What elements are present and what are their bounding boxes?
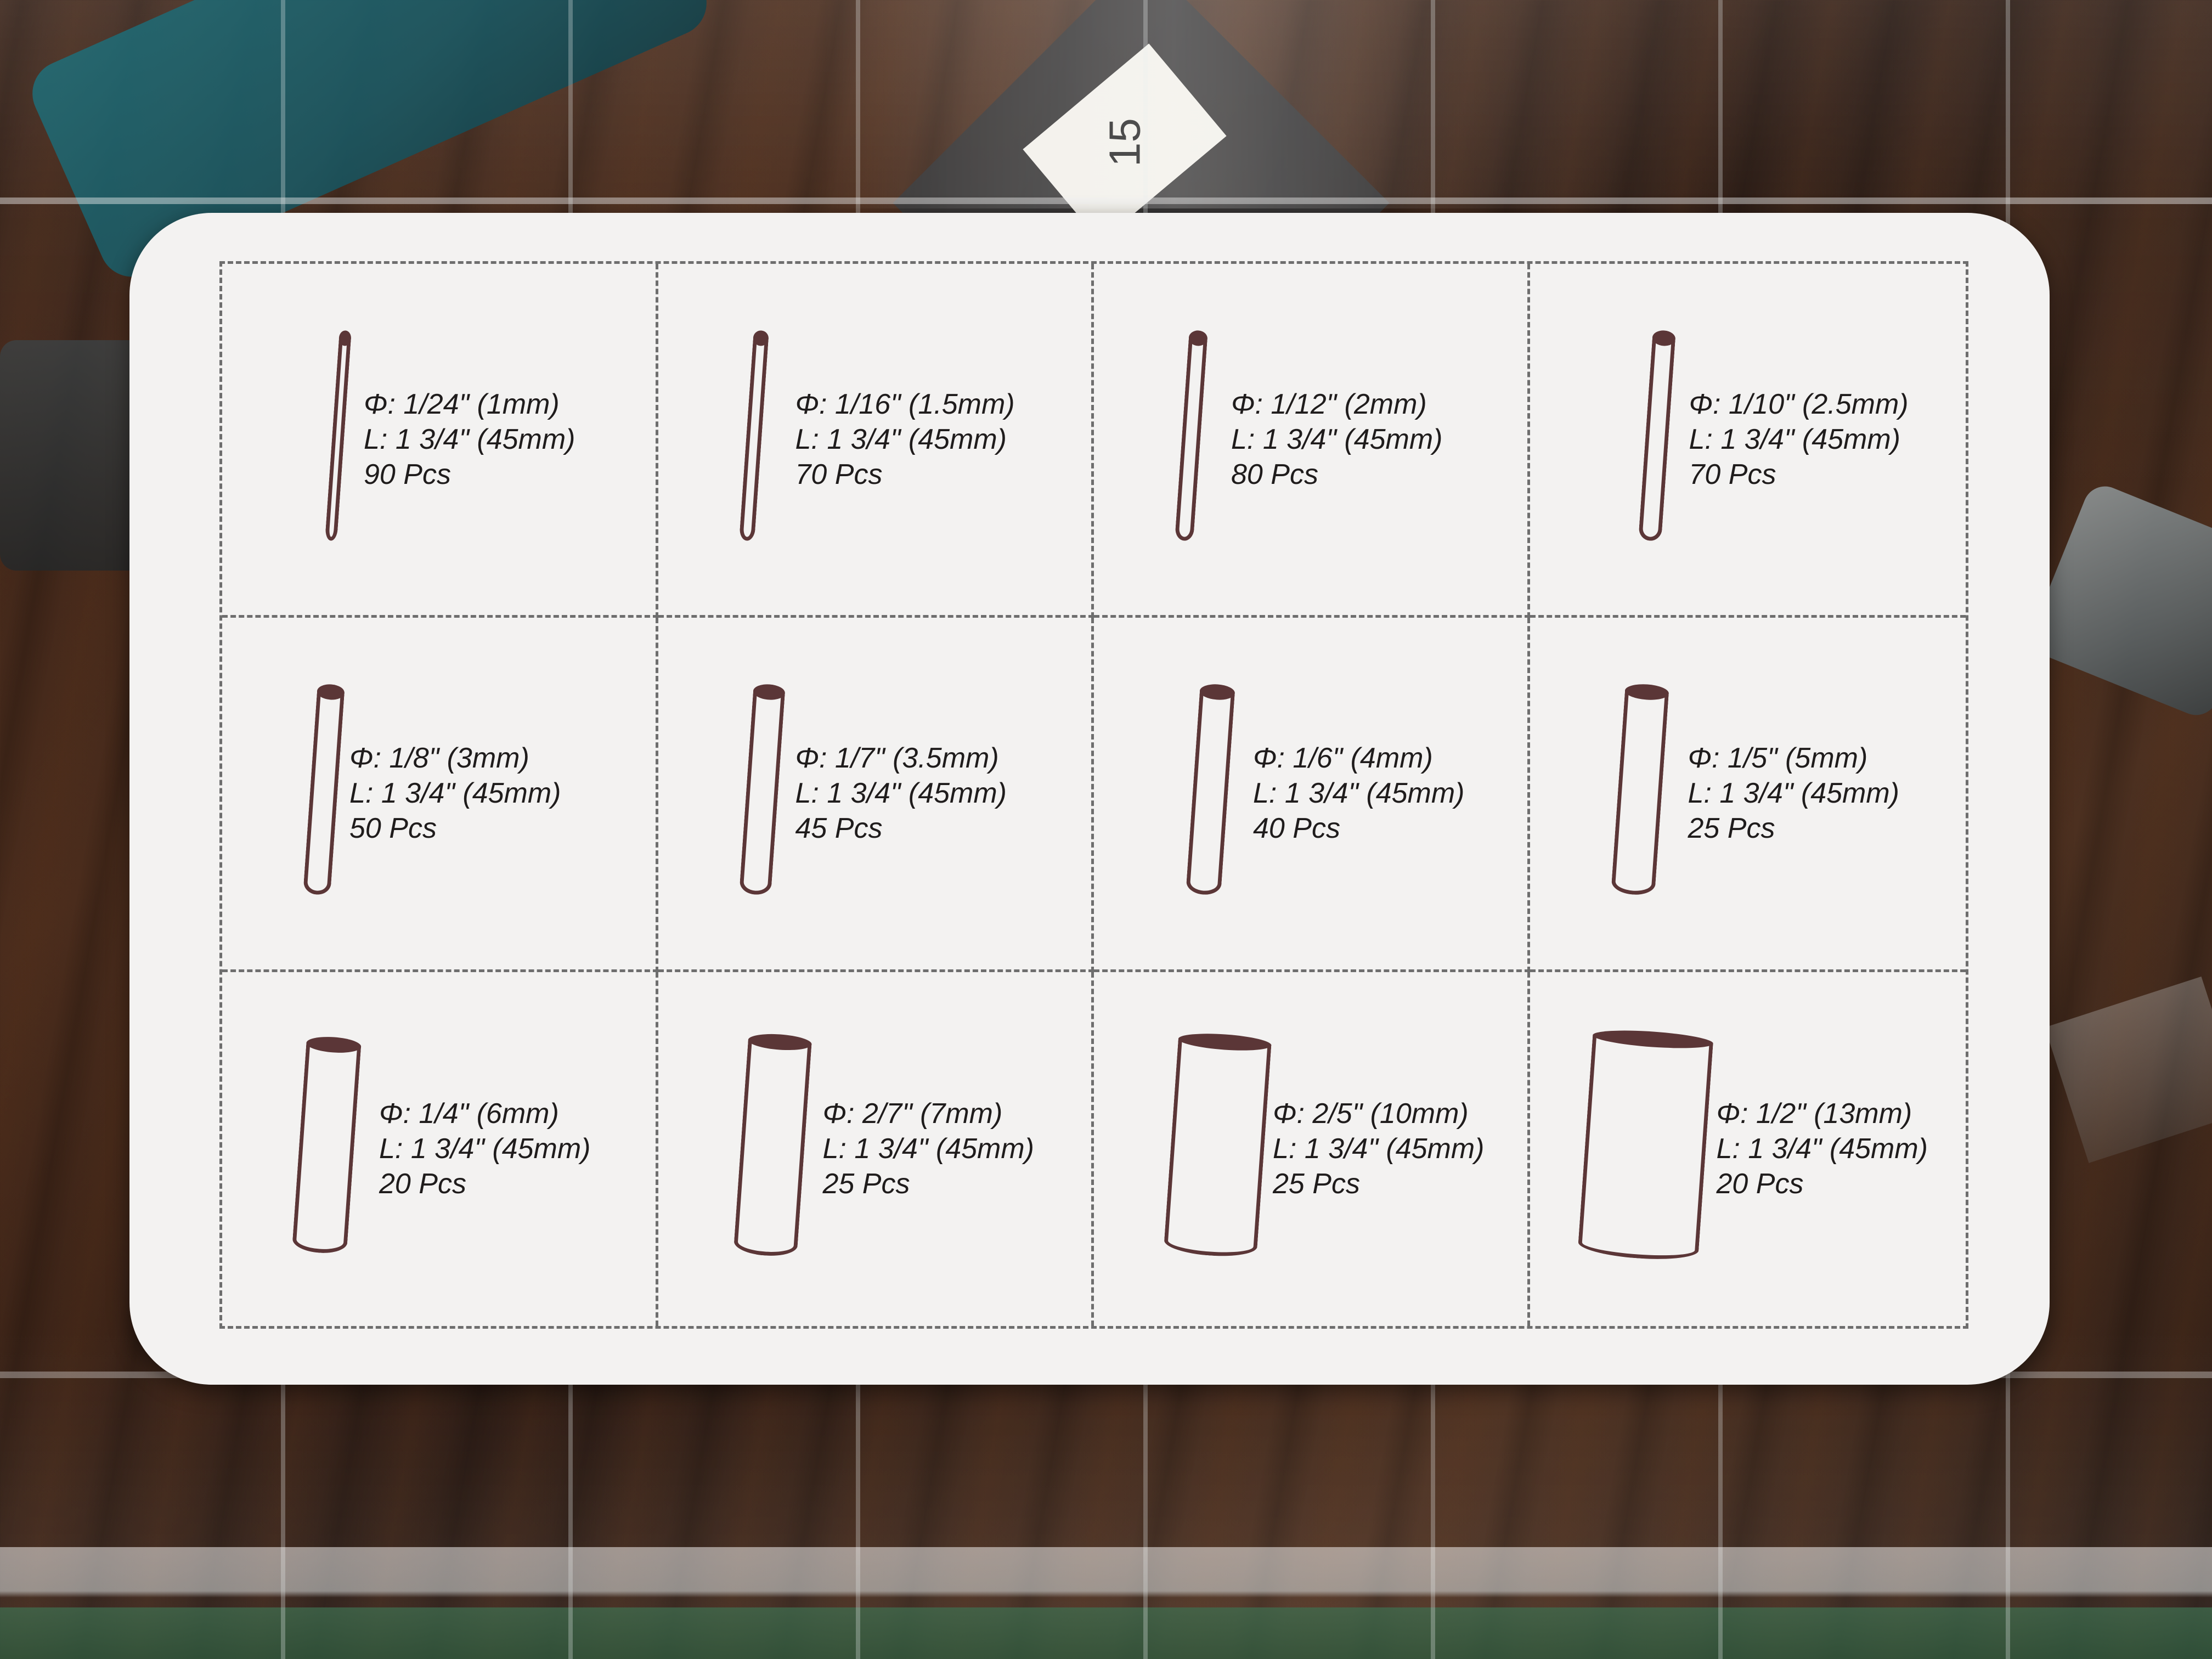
diameter-label: Φ: 2/7" (7mm) [822, 1098, 1003, 1130]
length-label: L: 1 3/4" (45mm) [1688, 777, 1899, 810]
grid-cell-4mm: Φ: 1/6" (4mm) L: 1 3/4" (45mm) 40 Pcs [1094, 618, 1530, 972]
spec-text: Φ: 2/5" (10mm) L: 1 3/4" (45mm) 25 Pcs [1273, 1096, 1484, 1201]
rod-icon [1610, 691, 1669, 896]
photo-scene: 15 Φ: 1/24" (1mm) L: 1 3/4" (45mm) 90 Pc… [0, 0, 2212, 1659]
lid-glare [823, 0, 1701, 208]
count-label: 40 Pcs [1253, 812, 1340, 845]
spec-text: Φ: 1/4" (6mm) L: 1 3/4" (45mm) 20 Pcs [379, 1096, 590, 1201]
length-label: L: 1 3/4" (45mm) [795, 424, 1007, 456]
length-label: L: 1 3/4" (45mm) [1231, 424, 1443, 456]
rod-icon [738, 691, 785, 896]
rod-icon [303, 691, 345, 896]
count-label: 25 Pcs [822, 1168, 910, 1200]
grid-cell-5mm: Φ: 1/5" (5mm) L: 1 3/4" (45mm) 25 Pcs [1530, 618, 1966, 972]
length-label: L: 1 3/4" (45mm) [822, 1133, 1034, 1165]
grid-cell-1mm: Φ: 1/24" (1mm) L: 1 3/4" (45mm) 90 Pcs [222, 264, 658, 618]
grid-cell-1-5mm: Φ: 1/16" (1.5mm) L: 1 3/4" (45mm) 70 Pcs [658, 264, 1094, 618]
grid-cell-2mm: Φ: 1/12" (2mm) L: 1 3/4" (45mm) 80 Pcs [1094, 264, 1530, 618]
diameter-label: Φ: 1/8" (3mm) [349, 742, 529, 775]
length-label: L: 1 3/4" (45mm) [349, 777, 561, 810]
count-label: 45 Pcs [795, 812, 883, 845]
grid-cell-3mm: Φ: 1/8" (3mm) L: 1 3/4" (45mm) 50 Pcs [222, 618, 658, 972]
rod-icon [1186, 691, 1235, 896]
count-label: 20 Pcs [379, 1168, 466, 1200]
grid-cell-10mm: Φ: 2/5" (10mm) L: 1 3/4" (45mm) 25 Pcs [1094, 972, 1530, 1326]
rod-icon [1577, 1035, 1713, 1263]
count-label: 25 Pcs [1688, 812, 1775, 845]
spec-text: Φ: 1/8" (3mm) L: 1 3/4" (45mm) 50 Pcs [349, 741, 561, 846]
grid-cell-6mm: Φ: 1/4" (6mm) L: 1 3/4" (45mm) 20 Pcs [222, 972, 658, 1326]
grid-cell-7mm: Φ: 2/7" (7mm) L: 1 3/4" (45mm) 25 Pcs [658, 972, 1094, 1326]
grid-cell-2-5mm: Φ: 1/10" (2.5mm) L: 1 3/4" (45mm) 70 Pcs [1530, 264, 1966, 618]
diameter-label: Φ: 2/5" (10mm) [1273, 1098, 1469, 1130]
diameter-label: Φ: 1/7" (3.5mm) [795, 742, 999, 775]
spec-text: Φ: 1/24" (1mm) L: 1 3/4" (45mm) 90 Pcs [364, 387, 575, 492]
rod-icon [325, 337, 351, 541]
length-label: L: 1 3/4" (45mm) [1273, 1133, 1485, 1165]
spec-text: Φ: 1/6" (4mm) L: 1 3/4" (45mm) 40 Pcs [1253, 741, 1464, 846]
count-label: 70 Pcs [1689, 459, 1776, 491]
length-label: L: 1 3/4" (45mm) [364, 424, 575, 456]
diameter-label: Φ: 1/2" (13mm) [1716, 1098, 1912, 1130]
count-label: 80 Pcs [1231, 459, 1318, 491]
spec-text: Φ: 2/7" (7mm) L: 1 3/4" (45mm) 25 Pcs [823, 1096, 1034, 1201]
length-label: L: 1 3/4" (45mm) [1689, 424, 1900, 456]
spec-text: Φ: 1/7" (3.5mm) L: 1 3/4" (45mm) 45 Pcs [795, 741, 1007, 846]
length-label: L: 1 3/4" (45mm) [1253, 777, 1465, 810]
rod-icon [1175, 337, 1207, 541]
rod-icon [738, 337, 769, 541]
assortment-card: Φ: 1/24" (1mm) L: 1 3/4" (45mm) 90 Pcs Φ… [129, 213, 2050, 1385]
rod-icon [1163, 1039, 1272, 1259]
assortment-grid: Φ: 1/24" (1mm) L: 1 3/4" (45mm) 90 Pcs Φ… [219, 261, 1968, 1329]
count-label: 50 Pcs [349, 812, 437, 845]
diameter-label: Φ: 1/5" (5mm) [1688, 742, 1868, 775]
diameter-label: Φ: 1/16" (1.5mm) [795, 388, 1015, 421]
count-label: 25 Pcs [1273, 1168, 1360, 1200]
rod-icon [1638, 337, 1675, 542]
count-label: 20 Pcs [1716, 1168, 1804, 1200]
diameter-label: Φ: 1/12" (2mm) [1231, 388, 1427, 421]
spec-text: Φ: 1/2" (13mm) L: 1 3/4" (45mm) 20 Pcs [1717, 1096, 1928, 1201]
spec-text: Φ: 1/16" (1.5mm) L: 1 3/4" (45mm) 70 Pcs [795, 387, 1015, 492]
spec-text: Φ: 1/12" (2mm) L: 1 3/4" (45mm) 80 Pcs [1231, 387, 1442, 492]
count-label: 70 Pcs [795, 459, 883, 491]
diameter-label: Φ: 1/6" (4mm) [1253, 742, 1433, 775]
diameter-label: Φ: 1/10" (2.5mm) [1689, 388, 1909, 421]
grid-cell-13mm: Φ: 1/2" (13mm) L: 1 3/4" (45mm) 20 Pcs [1530, 972, 1966, 1326]
length-label: L: 1 3/4" (45mm) [795, 777, 1007, 810]
grid-cell-3-5mm: Φ: 1/7" (3.5mm) L: 1 3/4" (45mm) 45 Pcs [658, 618, 1094, 972]
diameter-label: Φ: 1/4" (6mm) [379, 1098, 559, 1130]
count-label: 90 Pcs [364, 459, 451, 491]
spec-text: Φ: 1/5" (5mm) L: 1 3/4" (45mm) 25 Pcs [1688, 741, 1899, 846]
rod-icon [733, 1040, 811, 1258]
rod-icon [291, 1043, 362, 1255]
diameter-label: Φ: 1/24" (1mm) [364, 388, 560, 421]
length-label: L: 1 3/4" (45mm) [1716, 1133, 1928, 1165]
length-label: L: 1 3/4" (45mm) [379, 1133, 591, 1165]
spec-text: Φ: 1/10" (2.5mm) L: 1 3/4" (45mm) 70 Pcs [1689, 387, 1909, 492]
